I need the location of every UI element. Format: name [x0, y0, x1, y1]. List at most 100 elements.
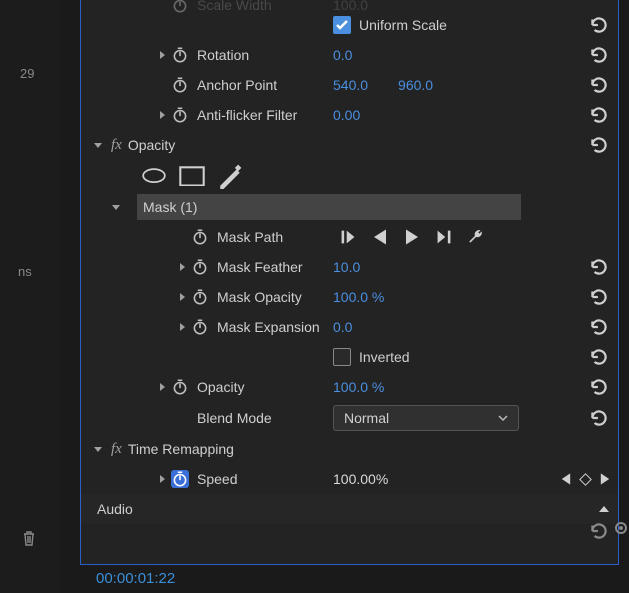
section-opacity[interactable]: fx Opacity	[81, 130, 618, 160]
mask-header[interactable]: Mask (1)	[81, 192, 618, 222]
blend-mode-dropdown[interactable]: Normal	[333, 405, 519, 431]
scroll-indicator[interactable]	[615, 522, 627, 534]
stopwatch-icon[interactable]	[171, 470, 189, 488]
reset-button[interactable]	[588, 74, 610, 96]
section-title: Audio	[97, 501, 133, 517]
mask-name-field[interactable]: Mask (1)	[137, 194, 521, 220]
reset-button[interactable]	[588, 256, 610, 278]
property-opacity: Opacity 100.0 %	[81, 372, 618, 402]
collapse-toggle[interactable]	[91, 138, 105, 152]
property-label: Mask Expansion	[217, 319, 320, 335]
mask-name-text: Mask (1)	[143, 199, 197, 215]
property-label: Rotation	[197, 47, 249, 63]
reset-button[interactable]	[588, 376, 610, 398]
left-panel-strip: 29 ns	[0, 0, 60, 593]
section-title: Time Remapping	[128, 441, 234, 457]
prev-keyframe-button[interactable]	[559, 472, 573, 486]
fx-badge: fx	[111, 137, 122, 154]
expand-toggle[interactable]	[155, 380, 169, 394]
reset-button[interactable]	[588, 104, 610, 126]
mask-shape-tools	[81, 160, 618, 192]
fx-badge: fx	[111, 441, 122, 458]
section-time-remapping[interactable]: fx Time Remapping	[81, 434, 618, 464]
reset-button[interactable]	[588, 44, 610, 66]
stopwatch-icon[interactable]	[191, 318, 209, 336]
property-blend-mode: Blend Mode Normal	[81, 402, 618, 434]
expand-toggle[interactable]	[155, 48, 169, 62]
checkbox-label: Inverted	[359, 349, 410, 365]
expand-toggle[interactable]	[155, 108, 169, 122]
track-backward-one-frame[interactable]	[339, 228, 357, 246]
reset-button[interactable]	[588, 14, 610, 36]
property-value[interactable]: 100.00%	[333, 471, 388, 487]
inverted-checkbox[interactable]	[333, 348, 351, 366]
stopwatch-icon[interactable]	[171, 106, 189, 124]
stopwatch-icon[interactable]	[171, 76, 189, 94]
timecode-display[interactable]: 00:00:01:22	[96, 570, 175, 587]
property-label: Mask Opacity	[217, 289, 302, 305]
property-label: Mask Path	[217, 229, 283, 245]
stopwatch-icon[interactable]	[191, 258, 209, 276]
reset-button[interactable]	[588, 134, 610, 156]
anchor-x-value[interactable]: 540.0	[333, 77, 368, 93]
expand-toggle[interactable]	[175, 290, 189, 304]
property-scale-width: Scale Width 100.0	[81, 0, 618, 10]
property-mask-inverted: Inverted	[81, 342, 618, 372]
section-title: Opacity	[128, 137, 175, 153]
dropdown-value: Normal	[344, 410, 389, 426]
reset-button[interactable]	[588, 407, 610, 429]
property-mask-opacity: Mask Opacity 100.0 %	[81, 282, 618, 312]
property-label: Anti-flicker Filter	[197, 107, 297, 123]
property-label: Mask Feather	[217, 259, 303, 275]
reset-button[interactable]	[588, 286, 610, 308]
stopwatch-icon[interactable]	[191, 288, 209, 306]
property-anti-flicker: Anti-flicker Filter 0.00	[81, 100, 618, 130]
stopwatch-icon[interactable]	[171, 46, 189, 64]
property-value[interactable]: 10.0	[333, 259, 360, 275]
left-text-1: 29	[20, 66, 34, 81]
property-label: Speed	[197, 471, 237, 487]
stopwatch-icon[interactable]	[171, 378, 189, 396]
track-forward-button[interactable]	[403, 228, 421, 246]
property-value[interactable]: 100.0 %	[333, 379, 384, 395]
reset-button[interactable]	[588, 520, 610, 542]
reset-button[interactable]	[588, 346, 610, 368]
expand-toggle[interactable]	[175, 320, 189, 334]
pen-mask-button[interactable]	[217, 166, 243, 186]
property-value[interactable]: 0.00	[333, 107, 360, 123]
track-forward-one-frame[interactable]	[435, 228, 453, 246]
property-value[interactable]: 100.0 %	[333, 289, 384, 305]
anchor-y-value[interactable]: 960.0	[398, 77, 433, 93]
stopwatch-icon[interactable]	[191, 228, 209, 246]
checkbox-label: Uniform Scale	[359, 17, 447, 33]
expand-toggle[interactable]	[175, 260, 189, 274]
trash-icon[interactable]	[22, 530, 36, 546]
add-keyframe-button[interactable]	[579, 473, 592, 486]
uniform-scale-checkbox[interactable]	[333, 16, 351, 34]
property-mask-expansion: Mask Expansion 0.0	[81, 312, 618, 342]
ellipse-mask-button[interactable]	[141, 166, 167, 186]
property-uniform-scale: Uniform Scale	[81, 10, 618, 40]
property-label: Opacity	[197, 379, 244, 395]
track-backward-button[interactable]	[371, 228, 389, 246]
caret-up-icon[interactable]	[598, 501, 610, 517]
expand-toggle[interactable]	[155, 472, 169, 486]
rectangle-mask-button[interactable]	[179, 166, 205, 186]
property-mask-path: Mask Path	[81, 222, 618, 252]
effect-controls-panel: Scale Width 100.0 Uniform Scale Rotation…	[80, 0, 619, 565]
property-value[interactable]: 0.0	[333, 319, 352, 335]
left-text-2: ns	[18, 264, 32, 279]
collapse-toggle[interactable]	[91, 442, 105, 456]
reset-button[interactable]	[588, 316, 610, 338]
property-value[interactable]: 0.0	[333, 47, 352, 63]
property-rotation: Rotation 0.0	[81, 40, 618, 70]
property-anchor-point: Anchor Point 540.0 960.0	[81, 70, 618, 100]
collapse-toggle[interactable]	[109, 200, 123, 214]
partial-row	[81, 524, 618, 538]
property-label: Anchor Point	[197, 77, 277, 93]
next-keyframe-button[interactable]	[598, 472, 612, 486]
section-audio[interactable]: Audio	[81, 494, 618, 524]
wrench-icon[interactable]	[467, 228, 485, 246]
property-speed: Speed 100.00%	[81, 464, 618, 494]
chevron-down-icon	[498, 413, 508, 423]
